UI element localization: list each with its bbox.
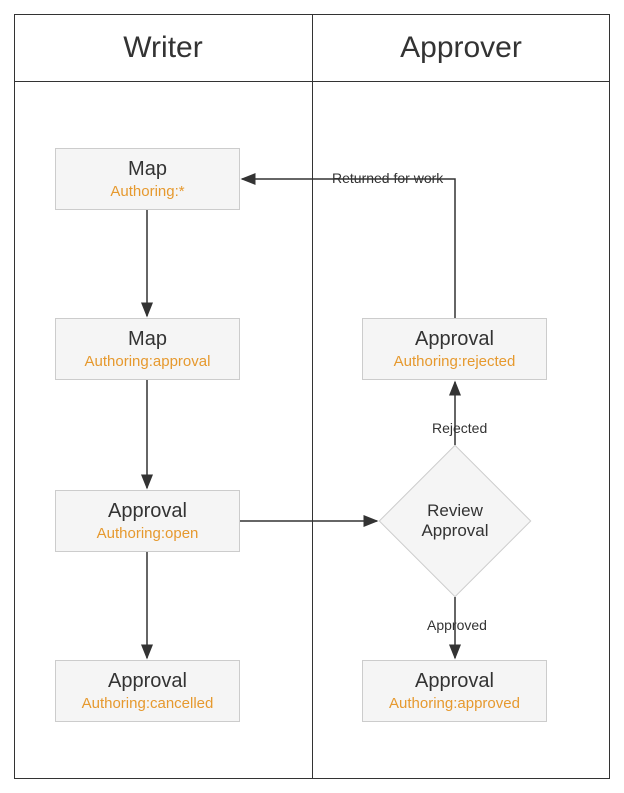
node-map-approval: Map Authoring:approval [55, 318, 240, 380]
node-title: Approval [415, 670, 494, 693]
node-title: Map [128, 158, 167, 181]
swimlane-header: Writer Approver [14, 14, 610, 82]
node-title: Approval [108, 500, 187, 523]
node-title: Approval [108, 670, 187, 693]
node-subtitle: Authoring:rejected [394, 353, 516, 370]
swimlane-divider [312, 14, 313, 779]
node-subtitle: Authoring:approval [85, 353, 211, 370]
decision-text: Review Approval [421, 501, 488, 542]
edge-label-returned: Returned for work [330, 170, 445, 186]
node-subtitle: Authoring:approved [389, 695, 520, 712]
swimlane-approver-header: Approver [312, 14, 610, 81]
node-approval-rejected: Approval Authoring:rejected [362, 318, 547, 380]
swimlane-writer-header: Writer [14, 14, 312, 81]
node-approval-approved: Approval Authoring:approved [362, 660, 547, 722]
diagram-container: Writer Approver Map Authoring:* Map Auth… [0, 0, 624, 793]
edge-label-rejected: Rejected [430, 420, 489, 436]
node-review-approval: Review Approval [379, 445, 531, 597]
node-map-authoring: Map Authoring:* [55, 148, 240, 210]
edge-label-approved: Approved [425, 617, 489, 633]
node-title: Map [128, 328, 167, 351]
node-approval-cancelled: Approval Authoring:cancelled [55, 660, 240, 722]
node-approval-open: Approval Authoring:open [55, 490, 240, 552]
node-subtitle: Authoring:open [97, 525, 199, 542]
node-title: Approval [415, 328, 494, 351]
node-subtitle: Authoring:cancelled [82, 695, 214, 712]
node-subtitle: Authoring:* [110, 183, 184, 200]
decision-label: Review Approval [421, 501, 488, 540]
